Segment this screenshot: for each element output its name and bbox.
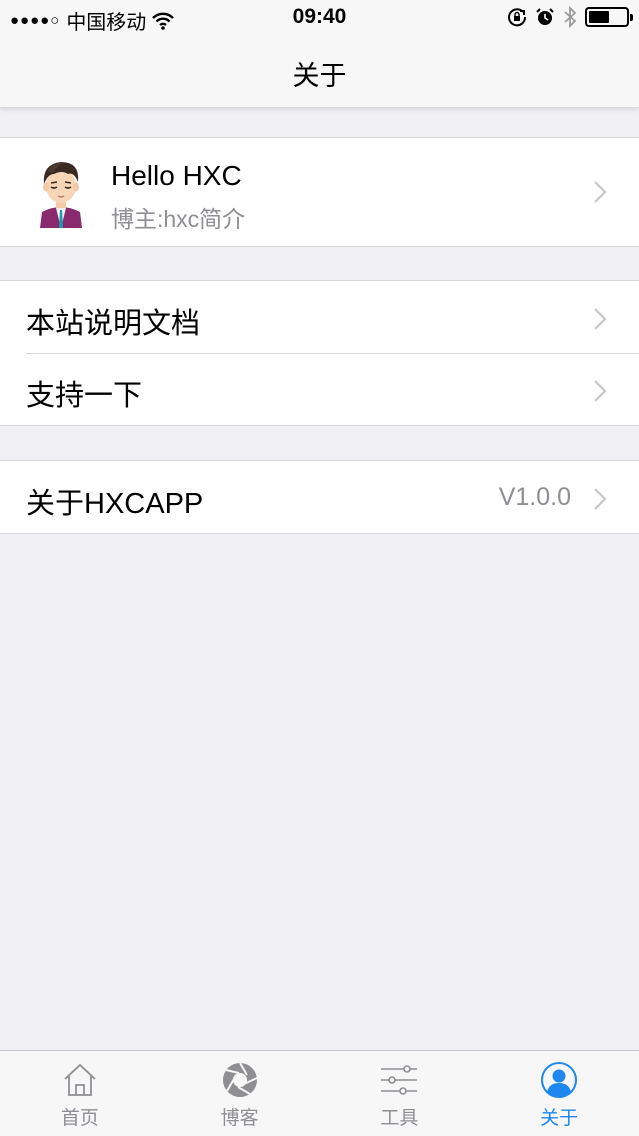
tab-home-label: 首页 bbox=[60, 1108, 99, 1129]
aperture-icon bbox=[222, 1062, 258, 1097]
chevron-right-icon bbox=[594, 488, 607, 510]
battery-icon bbox=[585, 7, 633, 27]
tab-blog-label: 博客 bbox=[220, 1108, 259, 1129]
chevron-right-icon bbox=[594, 308, 607, 330]
profile-subtitle: 博主:hxc简介 bbox=[111, 206, 246, 232]
avatar bbox=[40, 162, 82, 228]
tab-bar: 首页 博客 工具 关于 bbox=[0, 1050, 639, 1136]
docs-label: 本站说明文档 bbox=[26, 308, 201, 340]
status-right bbox=[507, 6, 633, 28]
about-screen: ●●●●○ 中国移动 09:40 关于 Hello HXC 博主:hxc简介 本… bbox=[0, 0, 639, 1136]
tab-about-label: 关于 bbox=[540, 1108, 579, 1129]
tab-about[interactable]: 关于 bbox=[479, 1051, 639, 1136]
chevron-right-icon bbox=[594, 181, 607, 203]
page-title: 关于 bbox=[292, 61, 347, 91]
profile-group: Hello HXC 博主:hxc简介 bbox=[0, 137, 639, 247]
user-icon bbox=[541, 1062, 578, 1098]
tab-blog[interactable]: 博客 bbox=[160, 1051, 320, 1136]
docs-cell[interactable]: 本站说明文档 bbox=[0, 281, 639, 353]
support-label: 支持一下 bbox=[26, 380, 143, 412]
profile-cell[interactable]: Hello HXC 博主:hxc简介 bbox=[0, 138, 639, 246]
rotation-lock-icon bbox=[508, 8, 527, 27]
status-bar: ●●●●○ 中国移动 09:40 bbox=[0, 0, 639, 36]
home-icon bbox=[64, 1063, 96, 1096]
sliders-icon bbox=[381, 1065, 418, 1095]
chevron-right-icon bbox=[594, 380, 607, 402]
alarm-icon bbox=[536, 8, 554, 25]
tab-tools[interactable]: 工具 bbox=[320, 1051, 480, 1136]
about-group: 关于HXCAPP V1.0.0 bbox=[0, 460, 639, 534]
version-label: V1.0.0 bbox=[498, 483, 571, 511]
tab-tools-label: 工具 bbox=[380, 1108, 419, 1129]
about-app-cell[interactable]: 关于HXCAPP V1.0.0 bbox=[0, 461, 639, 533]
support-cell[interactable]: 支持一下 bbox=[0, 353, 639, 425]
tab-home[interactable]: 首页 bbox=[0, 1051, 160, 1136]
about-app-label: 关于HXCAPP bbox=[26, 488, 204, 520]
bluetooth-icon bbox=[564, 6, 577, 28]
profile-name: Hello HXC bbox=[111, 160, 242, 191]
battery-level-fill bbox=[589, 11, 609, 23]
info-group: 本站说明文档 支持一下 bbox=[0, 280, 639, 426]
navigation-bar: 关于 bbox=[0, 36, 639, 108]
